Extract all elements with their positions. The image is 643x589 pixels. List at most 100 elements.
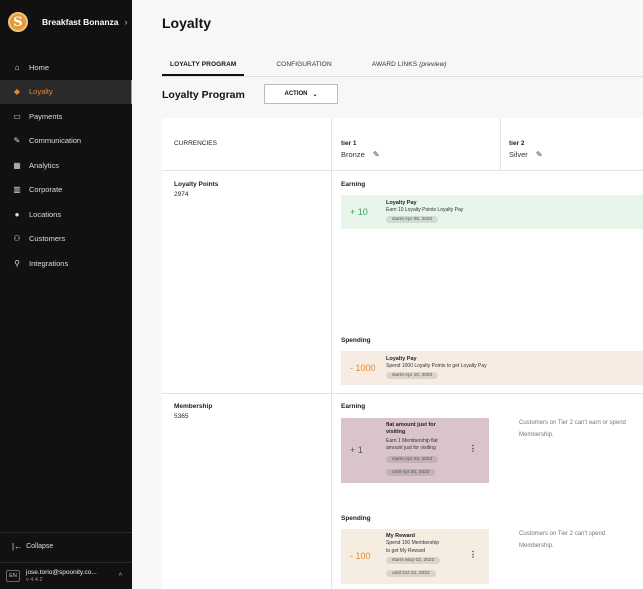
home-icon: ⌂ [14,62,20,72]
payments-icon: ▭ [13,111,21,121]
loyalty-tag-icon: ◆ [13,87,21,97]
tier-name-text: Bronze [341,150,365,159]
section-title: Loyalty Program [162,89,245,101]
row-divider [162,393,643,394]
sidebar: S Breakfast Bonanza › ⌂ Home ◆ Loyalty ▭… [0,0,134,589]
sidebar-item-label: Home [29,62,50,72]
column-divider [500,118,501,170]
sidebar-item-label: Customers [29,234,66,244]
communication-icon: ✎ [13,136,21,146]
action-dropdown-button[interactable]: ACTION ⌄ [264,84,338,104]
spend-rule-card[interactable]: - 100 My Reward Spend 100 Membership to … [341,529,489,584]
tabs-divider [162,76,643,77]
collapse-button[interactable]: |← Collapse [0,532,132,560]
sidebar-item-integrations[interactable]: ⚲ Integrations [0,251,132,276]
sidebar-item-locations[interactable]: ● Locations [0,202,132,227]
spending-label: Spending [341,515,371,522]
rule-start-pill: starts May 02, 2022 [386,557,441,564]
main-content: Loyalty LOYALTY PROGRAM CONFIGURATION AW… [132,0,643,589]
tier-1-label: tier 1 [341,140,357,147]
app-version: v 4.4.2 [26,576,43,583]
rule-date-pill: starts Apr 10, 2020 [386,372,439,379]
integrations-icon: ⚲ [14,258,20,268]
loyalty-program-table: CURRENCIES tier 1 Bronze ✎ tier 2 Silver… [162,118,643,589]
edit-pencil-icon[interactable]: ✎ [373,150,380,159]
action-label: ACTION [284,91,308,97]
sidebar-item-label: Payments [29,111,63,121]
tab-bar: LOYALTY PROGRAM CONFIGURATION AWARD LINK… [162,57,479,76]
rule-title: Loyalty Pay [386,200,417,206]
rule-amount: - 100 [350,551,371,561]
sidebar-item-label: Analytics [29,160,60,170]
rule-start-pill: starts Apr 03, 2023 [386,456,439,463]
sidebar-item-payments[interactable]: ▭ Payments [0,104,132,129]
spending-label: Spending [341,337,371,344]
rule-description: amount just for visiting [386,445,436,451]
sidebar-item-label: Locations [29,209,62,219]
location-pin-icon: ● [14,209,20,219]
sidebar-item-label: Corporate [29,185,63,195]
currencies-header: CURRENCIES [174,140,217,147]
rule-amount: - 1000 [350,363,376,373]
earn-rule-card[interactable]: + 10 Loyalty Pay Earn 10 Loyalty Points … [341,195,643,229]
collapse-label: Collapse [26,543,54,550]
sidebar-item-home[interactable]: ⌂ Home [0,55,132,80]
collapse-icon: |← [12,542,23,551]
sidebar-item-corporate[interactable]: ▥ Corporate [0,178,132,203]
tab-configuration[interactable]: CONFIGURATION [268,57,339,76]
sidebar-item-label: Communication [29,136,82,146]
rule-description: Earn 10 Loyalty Points Loyalty Pay [386,207,464,213]
earn-rule-card[interactable]: + 1 flat amount just for visiting Earn 1… [341,418,489,483]
column-divider [331,118,332,589]
chevron-right-icon: › [124,17,128,27]
row-divider [162,170,643,171]
edit-pencil-icon[interactable]: ✎ [536,150,543,159]
sidebar-item-customers[interactable]: ⚇ Customers [0,227,132,252]
rule-description: Spend 1000 Loyalty Points to get Loyalty… [386,363,487,369]
currency-value: 2974 [174,191,189,198]
tab-suffix: (preview) [419,61,447,68]
brand-switcher[interactable]: S Breakfast Bonanza › [8,11,132,33]
tier-2-name: Silver ✎ [509,150,543,159]
more-options-icon[interactable]: ⋮ [469,550,477,559]
currency-name: Loyalty Points [174,181,219,188]
rule-amount: + 1 [350,445,363,455]
tier-2-label: tier 2 [509,140,525,147]
tab-loyalty-program[interactable]: LOYALTY PROGRAM [162,57,245,76]
rule-date-pill: starts Apr 08, 2020 [386,216,439,223]
earning-label: Earning [341,403,366,410]
tier-note: Customers on Tier 2 can't spend [519,531,606,537]
user-menu[interactable]: EN jose.torio@spoonity.co... v 4.4.2 ^ [0,562,132,589]
currency-value: 5365 [174,413,189,420]
rule-end-pill: until Oct 31, 2022 [386,570,436,577]
customers-icon: ⚇ [13,234,21,244]
tier-note: Membership. [519,432,554,438]
sidebar-item-communication[interactable]: ✎ Communication [0,129,132,154]
user-email: jose.torio@spoonity.co... [26,569,97,577]
tier-note: Membership. [519,543,554,549]
earning-label: Earning [341,181,366,188]
brand-name: Breakfast Bonanza [42,17,119,27]
page-title: Loyalty [162,15,212,31]
tab-label: AWARD LINKS [371,61,418,68]
tab-award-links[interactable]: AWARD LINKS (preview) [364,57,455,76]
spend-rule-card[interactable]: - 1000 Loyalty Pay Spend 1000 Loyalty Po… [341,351,643,385]
tab-label: CONFIGURATION [276,61,332,68]
rule-title: flat amount just for visiting [386,422,436,435]
language-badge[interactable]: EN [6,570,20,582]
rule-title: Loyalty Pay [386,356,417,362]
rule-description: to get My Reward [386,548,426,554]
brand-logo-icon: S [8,12,28,32]
tier-name-text: Silver [509,150,528,159]
sidebar-item-loyalty[interactable]: ◆ Loyalty [0,79,134,104]
tier-note: Customers on Tier 2 can't earn or spend [519,420,626,426]
more-options-icon[interactable]: ⋮ [469,444,477,453]
tab-label: LOYALTY PROGRAM [170,61,237,68]
chevron-down-icon: ⌄ [312,91,318,98]
rule-end-pill: until Apr 30, 2023 [386,469,436,476]
rule-title: My Reward [386,533,416,539]
sidebar-item-label: Integrations [29,258,69,268]
chevron-up-icon: ^ [118,572,122,580]
sidebar-item-analytics[interactable]: ▦ Analytics [0,153,132,178]
sidebar-nav: ⌂ Home ◆ Loyalty ▭ Payments ✎ Communicat… [0,55,134,276]
